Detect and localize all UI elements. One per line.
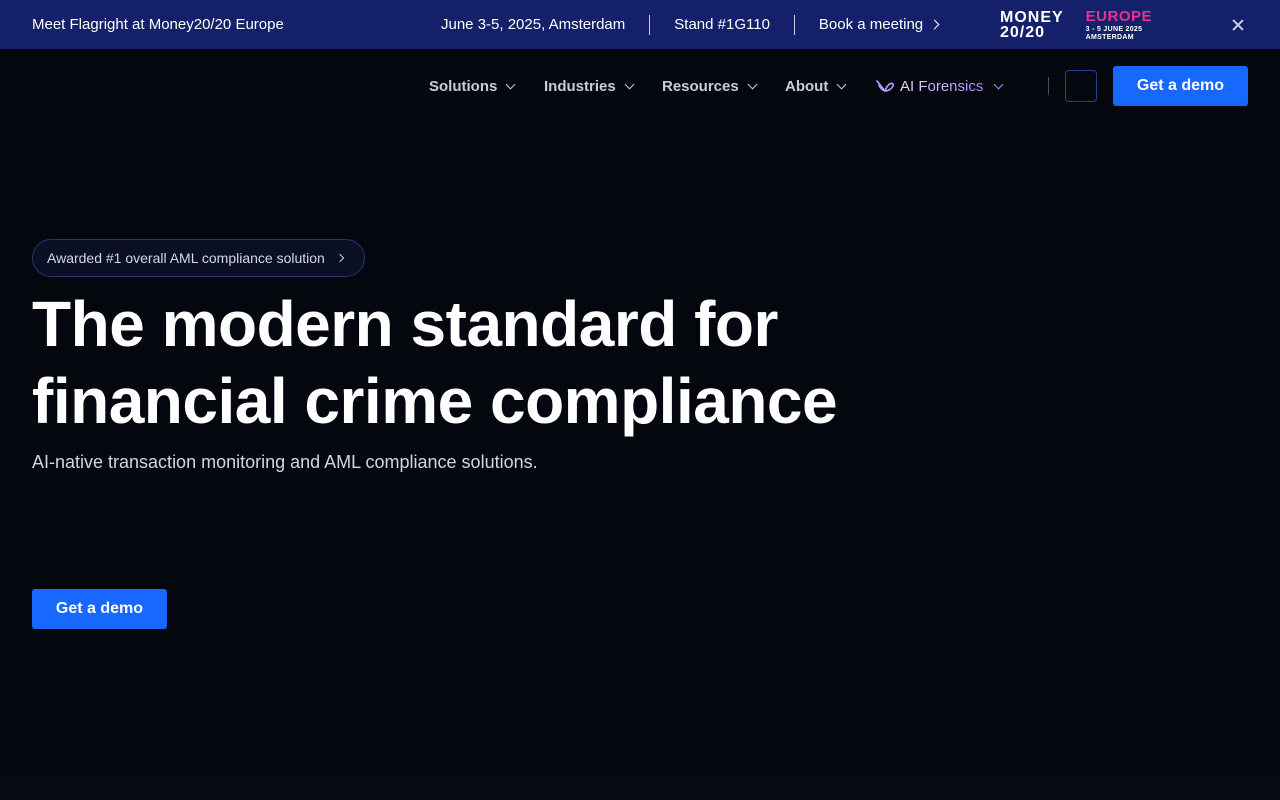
announcement-details: June 3-5, 2025, Amsterdam Stand #1G110 B… bbox=[441, 0, 940, 49]
nav-item-solutions[interactable]: Solutions bbox=[429, 50, 516, 122]
event-stand: Stand #1G110 bbox=[674, 16, 770, 33]
hero-subtitle: AI-native transaction monitoring and AML… bbox=[32, 452, 538, 472]
chevron-down-icon bbox=[836, 79, 847, 89]
hero-title: The modern standard for financial crime … bbox=[32, 286, 932, 440]
nav-item-resources[interactable]: Resources bbox=[662, 50, 758, 122]
chevron-right-icon bbox=[335, 253, 345, 263]
chevron-down-icon bbox=[993, 79, 1004, 89]
hero-title-line-1: The modern standard for bbox=[32, 288, 778, 360]
announcement-text: Meet Flagright at Money20/20 Europe bbox=[32, 16, 284, 33]
main-nav: Solutions Industries Resources About AI … bbox=[0, 50, 1280, 122]
event-region-block: EUROPE 3 - 5 JUNE 2025 AMSTERDAM bbox=[1085, 8, 1153, 41]
award-badge-label: Awarded #1 overall AML compliance soluti… bbox=[47, 250, 325, 266]
hero-bottom-fade bbox=[0, 700, 1280, 800]
nav-item-label: Solutions bbox=[429, 77, 498, 95]
money2020-europe-logo: MONEY 20/20 EUROPE 3 - 5 JUNE 2025 AMSTE… bbox=[1000, 8, 1153, 41]
book-meeting-link[interactable]: Book a meeting bbox=[818, 16, 940, 33]
nav-item-label: Industries bbox=[544, 77, 616, 95]
announcement-bar: Meet Flagright at Money20/20 Europe June… bbox=[0, 0, 1280, 49]
language-selector-button[interactable] bbox=[1065, 70, 1097, 102]
nav-item-about[interactable]: About bbox=[785, 50, 847, 122]
chevron-right-icon bbox=[929, 19, 940, 30]
get-demo-hero-button[interactable]: Get a demo bbox=[32, 589, 167, 629]
event-date-location: June 3-5, 2025, Amsterdam bbox=[441, 16, 626, 33]
ai-forensics-icon bbox=[876, 80, 894, 92]
book-meeting-label: Book a meeting bbox=[818, 16, 924, 33]
nav-item-label: AI Forensics bbox=[900, 77, 984, 95]
nav-item-label: Resources bbox=[662, 77, 739, 95]
get-demo-nav-button[interactable]: Get a demo bbox=[1113, 66, 1248, 106]
award-badge-link[interactable]: Awarded #1 overall AML compliance soluti… bbox=[32, 239, 365, 277]
nav-item-industries[interactable]: Industries bbox=[544, 50, 635, 122]
nav-item-ai-forensics[interactable]: AI Forensics bbox=[876, 50, 1004, 122]
divider bbox=[649, 14, 651, 35]
chevron-down-icon bbox=[505, 79, 516, 89]
divider bbox=[793, 14, 795, 35]
nav-divider bbox=[1048, 77, 1049, 95]
money2020-wordmark: MONEY 20/20 bbox=[1000, 9, 1064, 41]
chevron-down-icon bbox=[747, 79, 758, 89]
chevron-down-icon bbox=[624, 79, 635, 89]
nav-item-label: About bbox=[785, 77, 829, 95]
hero-title-line-2: financial crime compliance bbox=[32, 365, 838, 437]
close-icon[interactable] bbox=[1228, 15, 1248, 35]
